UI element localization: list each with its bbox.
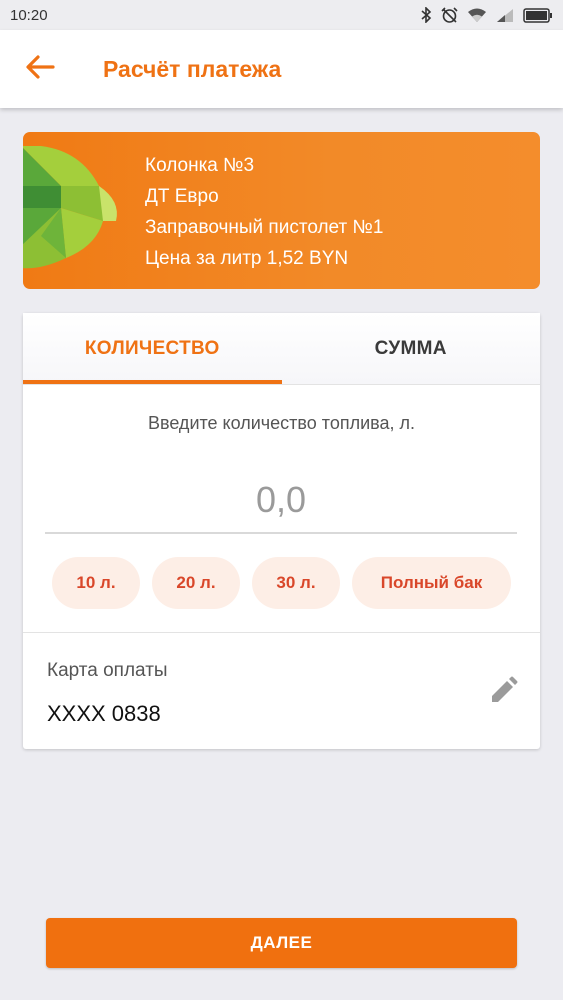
bluetooth-icon <box>421 7 432 23</box>
next-button[interactable]: ДАЛЕЕ <box>46 918 517 968</box>
payment-card-number: XXXX 0838 <box>47 701 161 726</box>
preset-10l-button[interactable]: 10 л. <box>52 557 140 609</box>
cell-signal-icon <box>496 8 514 23</box>
preset-30l-button[interactable]: 30 л. <box>252 557 340 609</box>
preset-20l-button[interactable]: 20 л. <box>152 557 240 609</box>
fuel-type: ДТ Евро <box>145 186 219 207</box>
station-banner: Колонка №3 ДТ Евро Заправочный пистолет … <box>23 132 540 289</box>
arrow-back-icon <box>25 54 55 84</box>
payment-card-label: Карта оплаты <box>47 660 168 681</box>
quantity-input[interactable] <box>45 468 517 534</box>
battery-icon <box>523 7 553 23</box>
divider <box>23 632 540 633</box>
tab-quantity[interactable]: КОЛИЧЕСТВО <box>23 313 282 384</box>
wifi-icon <box>467 8 487 23</box>
quantity-prompt: Введите количество топлива, л. <box>147 413 416 433</box>
alarm-off-icon <box>441 6 458 24</box>
tab-bar: КОЛИЧЕСТВО СУММА <box>23 313 540 384</box>
status-bar: 10:20 <box>0 0 563 30</box>
status-time: 10:20 <box>10 6 48 24</box>
payment-card: КОЛИЧЕСТВО СУММА Введите количество топл… <box>23 313 540 749</box>
back-button[interactable] <box>0 30 80 108</box>
tab-quantity-label: КОЛИЧЕСТВО <box>84 337 220 359</box>
pencil-icon <box>488 676 518 711</box>
fuel-price: Цена за литр 1,52 BYN <box>145 248 349 269</box>
station-details: Колонка №3 ДТ Евро Заправочный пистолет … <box>145 150 383 274</box>
tab-amount-label: СУММА <box>374 337 447 359</box>
preset-chips: 10 л. 20 л. 30 л. Полный бак <box>23 557 540 609</box>
station-logo <box>23 146 131 276</box>
nozzle-number: Заправочный пистолет №1 <box>145 217 384 238</box>
edit-payment-button[interactable] <box>483 673 523 713</box>
preset-full-tank-button[interactable]: Полный бак <box>352 557 511 609</box>
page-title: Расчёт платежа <box>103 55 282 82</box>
app-bar: Расчёт платежа <box>0 30 563 108</box>
tab-amount[interactable]: СУММА <box>282 313 541 384</box>
divider <box>23 384 540 385</box>
pump-number: Колонка №3 <box>145 155 255 176</box>
status-icons <box>421 6 553 24</box>
